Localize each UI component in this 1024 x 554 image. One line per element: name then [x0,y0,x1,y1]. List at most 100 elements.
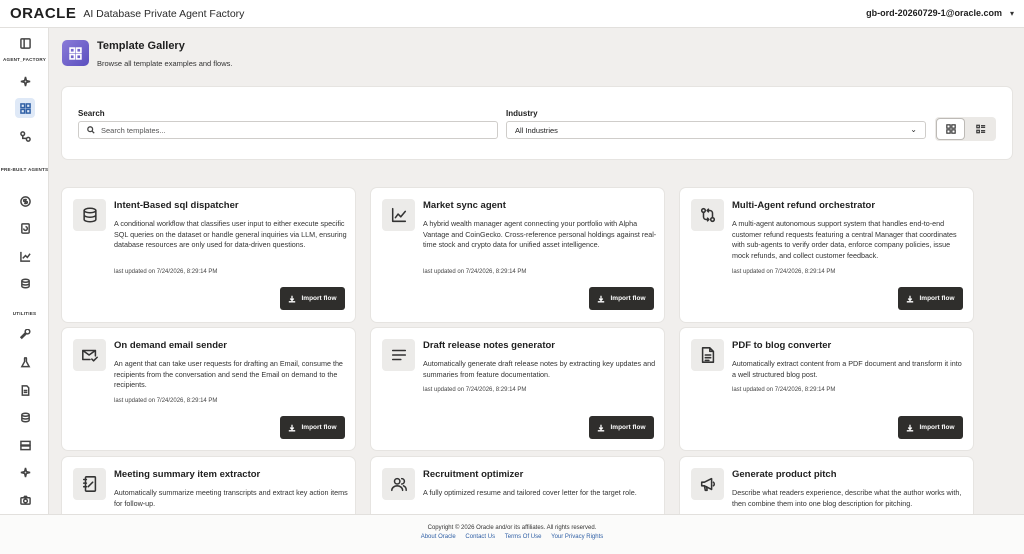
download-icon [598,424,605,431]
search-input[interactable] [101,125,491,135]
import-flow-button[interactable]: Import flow [280,287,345,310]
card-description: A conditional workflow that classifies u… [114,219,347,249]
import-flow-button[interactable]: Import flow [898,416,963,439]
card-description: Automatically extract content from a PDF… [732,359,962,379]
footer-link-terms[interactable]: Terms Of Use [505,534,542,540]
industry-select-value: All Industries [515,125,558,135]
card-description: Automatically generate draft release not… [423,359,656,379]
chart-line-icon [382,199,415,231]
download-icon [598,295,605,302]
template-card[interactable]: Draft release notes generator Automatica… [371,328,664,450]
view-toggle [935,117,996,141]
sidebar-section-utilities: UTILITIES [12,311,37,316]
import-flow-label: Import flow [610,424,646,431]
sidebar-toggle-icon[interactable] [15,33,35,53]
card-description: A fully optimized resume and tailored co… [423,488,637,497]
sparkle-icon[interactable] [15,71,35,91]
card-title: Intent-Based sql dispatcher [114,200,239,211]
card-updated: last updated on 7/24/2026, 8:29:14 PM [423,387,527,393]
card-description: A multi-agent autonomous support system … [732,219,957,260]
copyright-text: Copyright © 2026 Oracle and/or its affil… [427,525,597,531]
industry-select[interactable]: All Industries ⌄ [506,121,926,139]
page-title: Template Gallery [97,40,185,52]
card-title: Multi-Agent refund orchestrator [732,200,876,211]
list-icon [975,124,985,134]
refresh-icon[interactable] [15,218,35,238]
template-card[interactable]: Meeting summary item extractor Automatic… [62,457,355,514]
dollar-icon[interactable] [15,191,35,211]
industry-label: Industry [506,109,538,118]
refresh-arrows-icon [691,199,724,231]
download-icon [907,424,914,431]
database-icon [73,199,106,231]
template-card[interactable]: Intent-Based sql dispatcher A conditiona… [62,188,355,322]
app-title: AI Database Private Agent Factory [83,7,245,20]
template-card[interactable]: On demand email sender An agent that can… [62,328,355,450]
oracle-logo[interactable]: ORACLE [10,5,76,22]
card-title: Generate product pitch [732,469,837,480]
document-icon [691,339,724,371]
chart-icon[interactable] [15,246,35,266]
flow-icon[interactable] [15,126,35,146]
card-title: On demand email sender [114,340,227,351]
import-flow-button[interactable]: Import flow [280,416,345,439]
template-card[interactable]: PDF to blog converter Automatically extr… [680,328,973,450]
lines-icon [382,339,415,371]
import-flow-label: Import flow [610,295,646,302]
grid-icon[interactable] [15,98,35,118]
user-menu[interactable]: gb-ord-20260729-1@oracle.com [866,8,1002,18]
card-updated: last updated on 7/24/2026, 8:29:14 PM [114,398,218,404]
sidebar-section-prebuilt: PRE-BUILT AGENTS [0,167,49,172]
import-flow-label: Import flow [919,424,955,431]
server-icon[interactable] [15,435,35,455]
card-description: Describe what readers experience, descri… [732,488,962,508]
import-flow-button[interactable]: Import flow [589,416,654,439]
template-card[interactable]: Recruitment optimizer A fully optimized … [371,457,664,514]
search-icon [87,126,95,134]
template-card[interactable]: Generate product pitch Describe what rea… [680,457,973,514]
database-icon[interactable] [15,273,35,293]
import-flow-button[interactable]: Import flow [589,287,654,310]
footer-link-contact[interactable]: Contact Us [465,534,495,540]
download-icon [907,295,914,302]
footer-links: About Oracle Contact Us Terms Of Use You… [0,534,1024,540]
card-updated: last updated on 7/24/2026, 8:29:14 PM [732,269,836,275]
main-content: Template Gallery Browse all template exa… [49,28,1024,514]
card-updated: last updated on 7/24/2026, 8:29:14 PM [114,269,218,275]
filter-panel: Search Industry All Industries ⌄ [62,87,1012,159]
search-field[interactable] [78,121,498,139]
database-icon[interactable] [15,407,35,427]
users-icon [382,468,415,500]
template-card[interactable]: Market sync agent A hybrid wealth manage… [371,188,664,322]
search-label: Search [78,109,105,118]
footer-link-about[interactable]: About Oracle [421,534,456,540]
document-icon[interactable] [15,380,35,400]
page-subtitle: Browse all template examples and flows. [97,59,233,68]
top-bar: ORACLE AI Database Private Agent Factory… [0,0,1024,28]
list-view-button[interactable] [967,119,994,139]
card-title: Draft release notes generator [423,340,555,351]
import-flow-button[interactable]: Import flow [898,287,963,310]
import-flow-label: Import flow [301,424,337,431]
card-title: Market sync agent [423,200,506,211]
template-card[interactable]: Multi-Agent refund orchestrator A multi-… [680,188,973,322]
flask-icon[interactable] [15,352,35,372]
card-title: Meeting summary item extractor [114,469,261,480]
wrench-icon[interactable] [15,324,35,344]
sidebar: AGENT_FACTORY PRE-BUILT AGENTS UTILITIES [0,28,49,514]
import-flow-label: Import flow [919,295,955,302]
footer-link-privacy[interactable]: Your Privacy Rights [551,534,603,540]
chevron-down-icon[interactable]: ▾ [1010,9,1014,18]
camera-icon[interactable] [15,490,35,510]
notebook-icon [73,468,106,500]
card-updated: last updated on 7/24/2026, 8:29:14 PM [732,387,836,393]
megaphone-icon [691,468,724,500]
card-title: PDF to blog converter [732,340,832,351]
grid-view-button[interactable] [937,119,964,139]
sparkle-icon[interactable] [15,462,35,482]
import-flow-label: Import flow [301,295,337,302]
card-title: Recruitment optimizer [423,469,524,480]
download-icon [289,424,296,431]
card-description: An agent that can take user requests for… [114,359,343,389]
mail-check-icon [73,339,106,371]
